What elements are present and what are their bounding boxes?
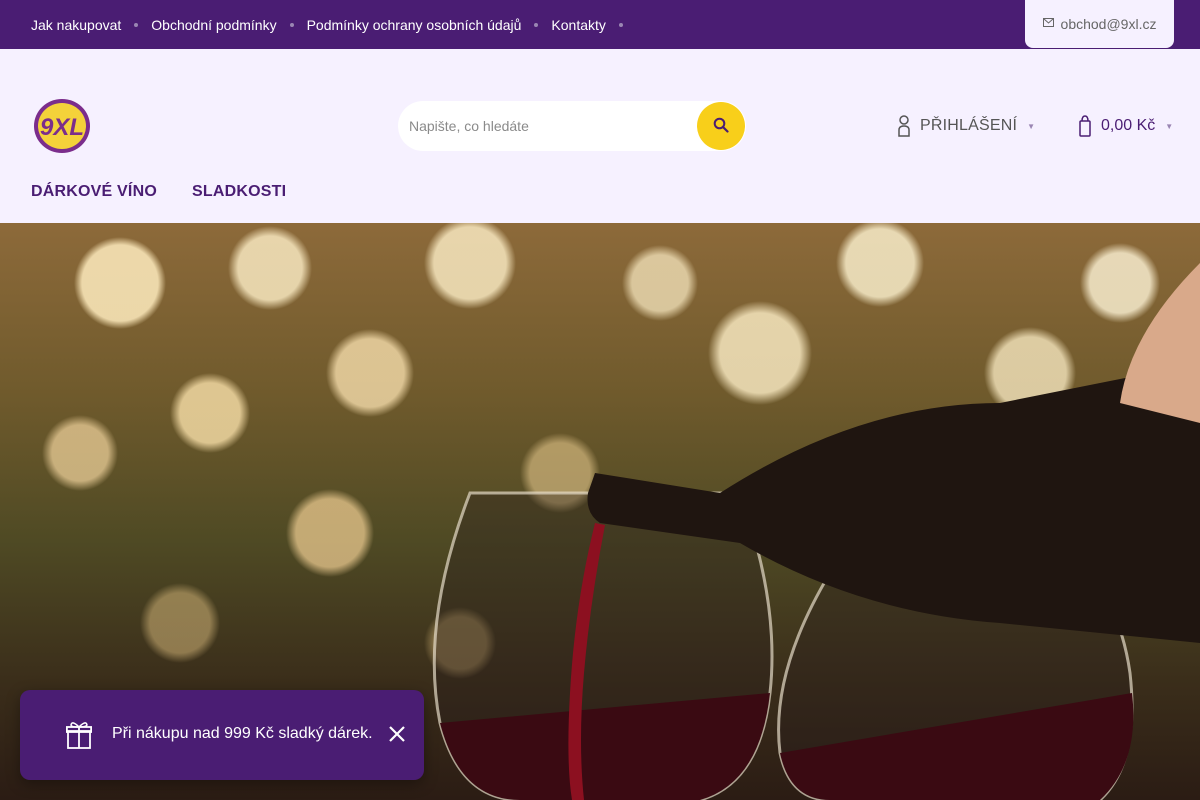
promo-notification: Při nákupu nad 999 Kč sladký dárek. <box>20 690 424 780</box>
search-box <box>398 101 746 151</box>
login-button[interactable]: PŘIHLÁŠENÍ ▼ <box>898 114 1035 138</box>
top-nav: Jak nakupovat Obchodní podmínky Podmínky… <box>31 0 636 49</box>
top-bar: Jak nakupovat Obchodní podmínky Podmínky… <box>0 0 1200 49</box>
top-link-contacts[interactable]: Kontakty <box>551 17 605 33</box>
user-icon <box>898 115 910 137</box>
nav-item-sweets[interactable]: SLADKOSTI <box>192 183 286 201</box>
cart-icon <box>1079 115 1091 137</box>
site-header: 9XL PŘIHLÁŠENÍ ▼ 0,00 Kč ▼ DÁRKOVÉ VÍNO … <box>0 49 1200 223</box>
cart-total: 0,00 Kč <box>1101 117 1156 134</box>
chevron-down-icon: ▼ <box>1027 121 1036 131</box>
promo-text: Při nákupu nad 999 Kč sladký dárek. <box>112 725 373 742</box>
top-link-terms[interactable]: Obchodní podmínky <box>151 17 276 33</box>
top-link-privacy[interactable]: Podmínky ochrany osobních údajů <box>307 17 522 33</box>
envelope-icon <box>1042 18 1054 30</box>
search-icon <box>713 117 729 136</box>
close-button[interactable] <box>386 724 408 746</box>
search-input[interactable] <box>398 101 694 151</box>
close-icon <box>388 725 406 746</box>
separator-dot <box>618 22 623 27</box>
svg-text:9XL: 9XL <box>40 114 84 141</box>
search-button[interactable] <box>697 102 745 150</box>
separator-dot <box>134 22 139 27</box>
cart-button[interactable]: 0,00 Kč ▼ <box>1079 114 1173 138</box>
separator-dot <box>534 22 539 27</box>
main-nav: DÁRKOVÉ VÍNO SLADKOSTI <box>31 183 286 201</box>
top-link-how-to-buy[interactable]: Jak nakupovat <box>31 17 121 33</box>
email-contact[interactable]: obchod@9xl.cz <box>1025 0 1174 48</box>
login-label: PŘIHLÁŠENÍ <box>920 117 1018 134</box>
nav-item-gift-wine[interactable]: DÁRKOVÉ VÍNO <box>31 183 157 201</box>
separator-dot <box>289 22 294 27</box>
site-logo[interactable]: 9XL <box>32 97 92 155</box>
gift-icon <box>65 720 93 750</box>
email-address: obchod@9xl.cz <box>1060 16 1157 32</box>
chevron-down-icon: ▼ <box>1165 121 1174 131</box>
